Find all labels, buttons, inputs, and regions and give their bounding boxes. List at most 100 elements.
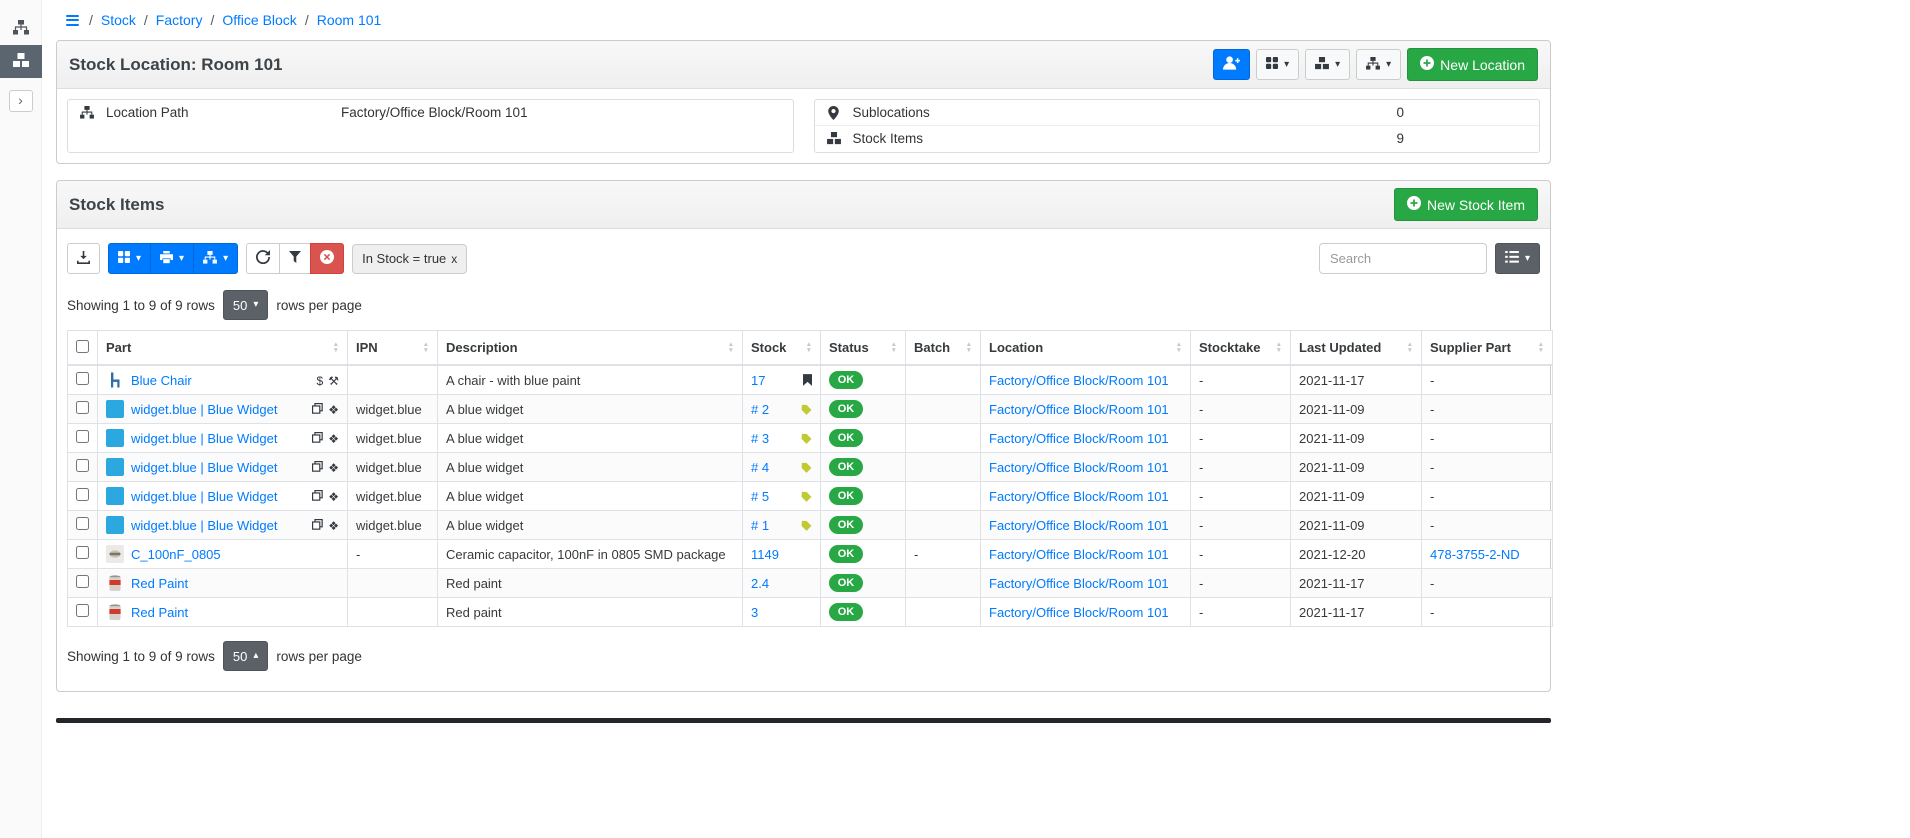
row-checkbox[interactable] — [76, 575, 89, 588]
sitemap-icon — [13, 20, 29, 38]
column-header-description[interactable]: Description▲▼ — [438, 331, 743, 366]
breadcrumb-item[interactable]: Stock — [101, 12, 136, 28]
location-link[interactable]: Factory/Office Block/Room 101 — [989, 547, 1169, 562]
location-link[interactable]: Factory/Office Block/Room 101 — [989, 576, 1169, 591]
column-header-stock[interactable]: Stock▲▼ — [743, 331, 821, 366]
part-link[interactable]: C_100nF_0805 — [131, 547, 221, 562]
part-link[interactable]: Red Paint — [131, 576, 188, 591]
stock-link[interactable]: 3 — [751, 605, 758, 620]
filter-button[interactable] — [279, 243, 311, 274]
stock-link[interactable]: # 4 — [751, 460, 769, 475]
new-location-button[interactable]: New Location — [1407, 48, 1538, 81]
print-actions-button[interactable]: ▾ — [150, 243, 194, 274]
select-all-checkbox[interactable] — [76, 340, 89, 353]
part-link[interactable]: Red Paint — [131, 605, 188, 620]
column-header-batch[interactable]: Batch▲▼ — [906, 331, 981, 366]
column-header-part[interactable]: Part▲▼ — [98, 331, 348, 366]
location-link[interactable]: Factory/Office Block/Room 101 — [989, 431, 1169, 446]
sitemap-icon — [78, 106, 96, 119]
stocktake-cell: - — [1191, 453, 1291, 482]
stock-options-button[interactable]: ▾ — [193, 243, 238, 274]
download-button[interactable] — [67, 243, 100, 274]
sidebar-expand-button[interactable]: › — [9, 90, 33, 112]
dollar-icon: $ — [317, 373, 324, 388]
stock-link[interactable]: # 2 — [751, 402, 769, 417]
supplier-part-link[interactable]: 478-3755-2-ND — [1430, 547, 1520, 562]
column-header-stocktake[interactable]: Stocktake▲▼ — [1191, 331, 1291, 366]
stock-actions-button[interactable]: ▾ — [1305, 49, 1350, 80]
clone-icon — [312, 489, 323, 504]
part-link[interactable]: widget.blue | Blue Widget — [131, 402, 277, 417]
stock-link[interactable]: # 5 — [751, 489, 769, 504]
row-checkbox[interactable] — [76, 372, 89, 385]
column-header-status[interactable]: Status▲▼ — [821, 331, 906, 366]
part-link[interactable]: widget.blue | Blue Widget — [131, 460, 277, 475]
stock-boxes-icon — [825, 132, 843, 145]
breadcrumb-links: /Stock/Factory/Office Block/Room 101 — [89, 12, 381, 28]
breadcrumb-separator: / — [210, 12, 214, 28]
supplier-part-text: - — [1430, 489, 1434, 504]
stock-link[interactable]: # 3 — [751, 431, 769, 446]
batch-cell — [906, 453, 981, 482]
part-thumbnail — [106, 400, 124, 418]
breadcrumb-item[interactable]: Factory — [156, 12, 203, 28]
location-link[interactable]: Factory/Office Block/Room 101 — [989, 460, 1169, 475]
location-link[interactable]: Factory/Office Block/Room 101 — [989, 518, 1169, 533]
location-actions-button[interactable]: ▾ — [1356, 49, 1401, 80]
stock-link[interactable]: # 1 — [751, 518, 769, 533]
breadcrumb-item[interactable]: Office Block — [222, 12, 296, 28]
batch-cell — [906, 598, 981, 627]
refresh-icon — [256, 250, 270, 267]
location-link[interactable]: Factory/Office Block/Room 101 — [989, 605, 1169, 620]
row-checkbox[interactable] — [76, 459, 89, 472]
column-header-ipn[interactable]: IPN▲▼ — [348, 331, 438, 366]
breadcrumb-item[interactable]: Room 101 — [317, 12, 382, 28]
clone-icon — [312, 518, 323, 533]
page-size-dropdown[interactable]: 50 ▾ — [223, 290, 269, 320]
stock-link[interactable]: 1149 — [751, 547, 779, 562]
list-icon — [1505, 251, 1519, 266]
menu-icon[interactable] — [66, 15, 79, 26]
location-link[interactable]: Factory/Office Block/Room 101 — [989, 489, 1169, 504]
view-toggle-button[interactable]: ▾ — [1495, 243, 1540, 274]
description-cell: A blue widget — [438, 424, 743, 453]
last-updated-cell: 2021-11-17 — [1291, 598, 1422, 627]
page-size-dropdown[interactable]: 50 ▴ — [223, 641, 269, 671]
row-checkbox[interactable] — [76, 546, 89, 559]
row-checkbox[interactable] — [76, 604, 89, 617]
refresh-button[interactable] — [246, 243, 280, 274]
stocktake-cell: - — [1191, 424, 1291, 453]
part-thumbnail — [106, 487, 124, 505]
boxes-icon — [1315, 57, 1329, 73]
sidebar-item-stock[interactable] — [0, 45, 42, 78]
stock-link[interactable]: 17 — [751, 373, 765, 388]
column-header-supplier-part[interactable]: Supplier Part▲▼ — [1422, 331, 1553, 366]
filter-chip-remove[interactable]: x — [451, 252, 457, 266]
column-header-location[interactable]: Location▲▼ — [981, 331, 1191, 366]
part-link[interactable]: widget.blue | Blue Widget — [131, 431, 277, 446]
barcode-actions-button[interactable]: ▾ — [1256, 49, 1299, 80]
clear-filters-button[interactable] — [310, 243, 344, 274]
filter-chip[interactable]: In Stock = true x — [352, 244, 467, 274]
detail-row-location-path: Location Path Factory/Office Block/Room … — [68, 100, 793, 125]
stock-items-panel: Stock Items New Stock Item — [56, 180, 1551, 692]
row-checkbox[interactable] — [76, 517, 89, 530]
stock-link[interactable]: 2.4 — [751, 576, 769, 591]
new-stock-item-button[interactable]: New Stock Item — [1394, 188, 1538, 221]
select-all-header[interactable] — [68, 331, 98, 366]
column-header-last-updated[interactable]: Last Updated▲▼ — [1291, 331, 1422, 366]
location-link[interactable]: Factory/Office Block/Room 101 — [989, 373, 1169, 388]
toolbar-action-group: ▾ ▾ ▾ — [108, 243, 238, 274]
location-link[interactable]: Factory/Office Block/Room 101 — [989, 402, 1169, 417]
part-link[interactable]: Blue Chair — [131, 373, 192, 388]
admin-user-button[interactable] — [1213, 49, 1250, 80]
sort-icons: ▲▼ — [423, 342, 429, 353]
part-link[interactable]: widget.blue | Blue Widget — [131, 518, 277, 533]
sidebar-item-location-tree[interactable] — [0, 12, 42, 45]
row-checkbox[interactable] — [76, 488, 89, 501]
part-link[interactable]: widget.blue | Blue Widget — [131, 489, 277, 504]
row-checkbox[interactable] — [76, 430, 89, 443]
row-checkbox[interactable] — [76, 401, 89, 414]
barcode-actions-button[interactable]: ▾ — [108, 243, 151, 274]
search-input[interactable] — [1319, 243, 1487, 274]
